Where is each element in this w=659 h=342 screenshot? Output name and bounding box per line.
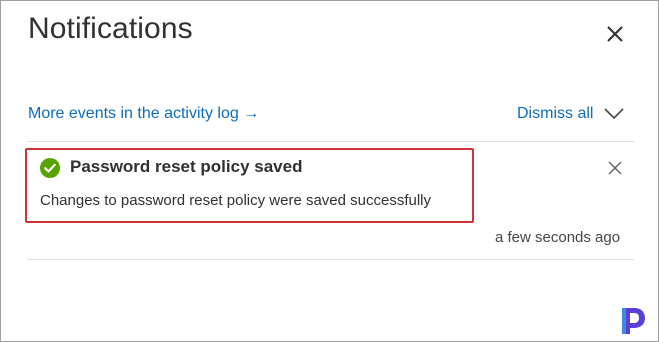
highlight-annotation <box>25 148 474 223</box>
dismiss-all-button[interactable]: Dismiss all <box>517 105 593 123</box>
close-icon <box>608 161 622 175</box>
close-icon <box>607 26 623 42</box>
collapse-button[interactable] <box>603 107 625 121</box>
activity-log-link[interactable]: More events in the activity log → <box>28 105 259 123</box>
chevron-down-icon <box>604 108 624 120</box>
notifications-panel: Notifications More events in the activit… <box>0 0 659 342</box>
close-panel-button[interactable] <box>602 21 628 47</box>
notification-timestamp: a few seconds ago <box>495 229 621 246</box>
dismiss-notification-button[interactable] <box>607 160 623 176</box>
panel-title: Notifications <box>28 12 193 45</box>
divider <box>27 259 634 260</box>
divider <box>27 141 634 142</box>
brand-logo <box>621 306 647 336</box>
